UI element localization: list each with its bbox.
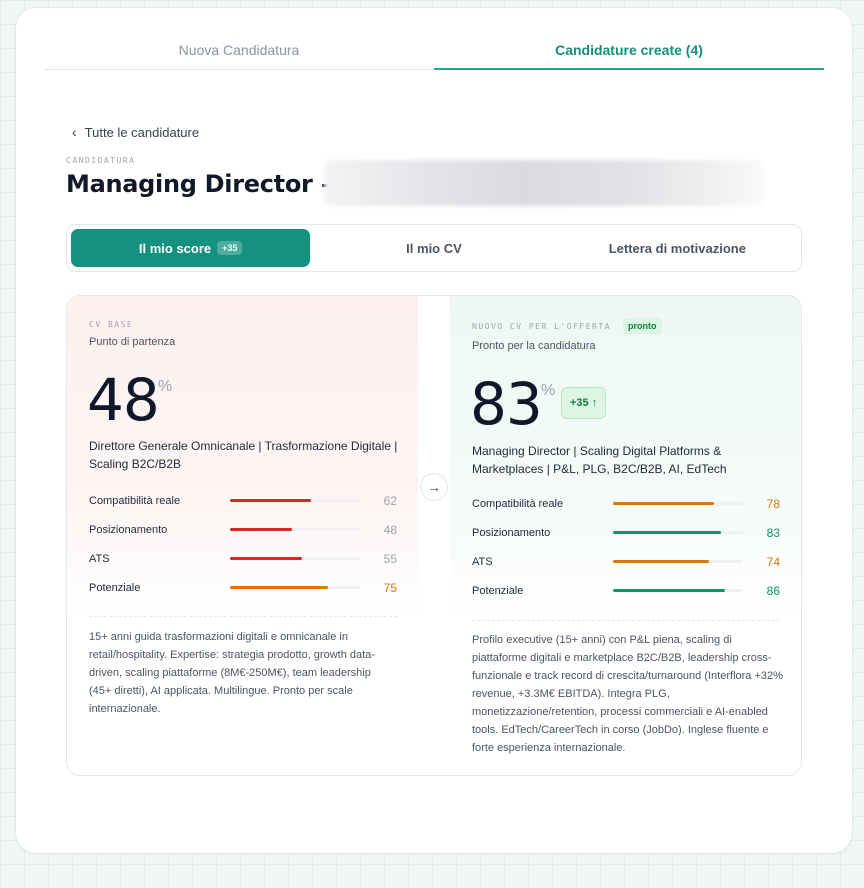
base-cv-headline: Direttore Generale Omnicanale | Trasform… <box>89 439 398 471</box>
metric-bar-fill <box>613 560 710 563</box>
tab-my-score[interactable]: Il mio score +35 <box>71 229 311 267</box>
score-tabs: Il mio score +35 Il mio CV Lettera di mo… <box>66 224 802 272</box>
tab-cover-letter[interactable]: Lettera di motivazione <box>558 229 797 267</box>
metric-row: ATS 55 <box>89 551 399 567</box>
metric-bar-track <box>613 560 743 563</box>
metric-value: 62 <box>383 494 397 508</box>
metric-bar-fill <box>613 531 721 534</box>
metric-bar-fill <box>230 499 311 502</box>
new-score-percent: % <box>541 382 556 399</box>
ready-badge: pronto <box>623 318 662 334</box>
metric-row: Posizionamento 83 <box>472 525 782 541</box>
top-tabs: Nuova Candidatura Candidature create (4) <box>44 34 824 70</box>
metric-row: Compatibilità reale 78 <box>472 496 782 512</box>
metric-bar-track <box>230 586 360 589</box>
divider <box>89 616 397 617</box>
base-cv-panel: CV BASE Punto di partenza 48 % Direttore… <box>67 296 418 775</box>
metric-bar-track <box>613 502 743 505</box>
metric-bar-fill <box>230 528 293 531</box>
tab-my-score-label: Il mio score <box>138 240 212 256</box>
metric-row: Potenziale 86 <box>472 583 782 599</box>
metric-bar-fill <box>230 586 328 589</box>
metric-label: Compatibilità reale <box>472 498 564 510</box>
metric-bar-track <box>230 499 360 502</box>
chevron-left-icon: ‹ <box>72 124 77 140</box>
metric-label: ATS <box>472 556 493 568</box>
metric-label: ATS <box>89 553 110 565</box>
metric-label: Posizionamento <box>472 527 551 539</box>
metric-bar-fill <box>230 557 302 560</box>
metric-value: 74 <box>766 555 780 569</box>
tab-my-cv[interactable]: Il mio CV <box>314 229 553 267</box>
tab-new-application[interactable]: Nuova Candidatura <box>44 34 434 69</box>
new-cv-panel: NUOVO CV PER L'OFFERTA pronto Pronto per… <box>450 296 801 775</box>
back-link[interactable]: ‹ Tutte le candidature <box>72 124 199 140</box>
metric-bar-fill <box>613 589 725 592</box>
metric-label: Potenziale <box>89 582 141 594</box>
metric-bar-track <box>230 557 360 560</box>
metric-row: Compatibilità reale 62 <box>89 493 399 509</box>
score-delta-badge: +35 <box>217 241 243 255</box>
metric-label: Potenziale <box>472 585 524 597</box>
base-cv-subtitle: Punto di partenza <box>89 336 176 348</box>
metric-value: 86 <box>766 584 780 598</box>
page-title: Managing Director – <box>66 170 333 198</box>
back-link-label: Tutte le candidature <box>84 124 200 140</box>
main-card: Nuova Candidatura Candidature create (4)… <box>16 8 852 853</box>
new-score-value: 83 <box>470 370 543 438</box>
tab-created-applications[interactable]: Candidature create (4) <box>434 34 824 70</box>
metric-bar-track <box>613 531 743 534</box>
page-eyebrow: CANDIDATURA <box>66 156 136 165</box>
redacted-company-name <box>324 160 764 206</box>
new-cv-subtitle: Pronto per la candidatura <box>472 340 596 352</box>
arrow-right-icon: → <box>420 473 448 501</box>
metric-bar-track <box>613 589 743 592</box>
new-cv-description: Profilo executive (15+ anni) con P&L pie… <box>472 634 783 754</box>
new-cv-headline: Managing Director | Scaling Digital Plat… <box>472 444 727 476</box>
metric-value: 75 <box>383 581 397 595</box>
metric-bar-track <box>230 528 360 531</box>
score-improvement-badge: +35 ↑ <box>561 387 607 419</box>
metric-label: Posizionamento <box>89 524 168 536</box>
base-score-value: 48 <box>87 366 160 434</box>
metric-bar-fill <box>613 502 715 505</box>
metric-value: 83 <box>766 526 780 540</box>
base-cv-eyebrow: CV BASE <box>89 320 134 329</box>
metric-value: 48 <box>383 523 397 537</box>
new-cv-eyebrow: NUOVO CV PER L'OFFERTA <box>472 322 611 331</box>
metric-value: 55 <box>383 552 397 566</box>
base-cv-description: 15+ anni guida trasformazioni digitali e… <box>89 631 375 715</box>
cv-comparison: CV BASE Punto di partenza 48 % Direttore… <box>66 295 802 776</box>
metric-row: ATS 74 <box>472 554 782 570</box>
metric-label: Compatibilità reale <box>89 495 181 507</box>
divider <box>472 620 780 621</box>
metric-row: Posizionamento 48 <box>89 522 399 538</box>
metric-row: Potenziale 75 <box>89 580 399 596</box>
metric-value: 78 <box>766 497 780 511</box>
base-score-percent: % <box>158 378 173 395</box>
